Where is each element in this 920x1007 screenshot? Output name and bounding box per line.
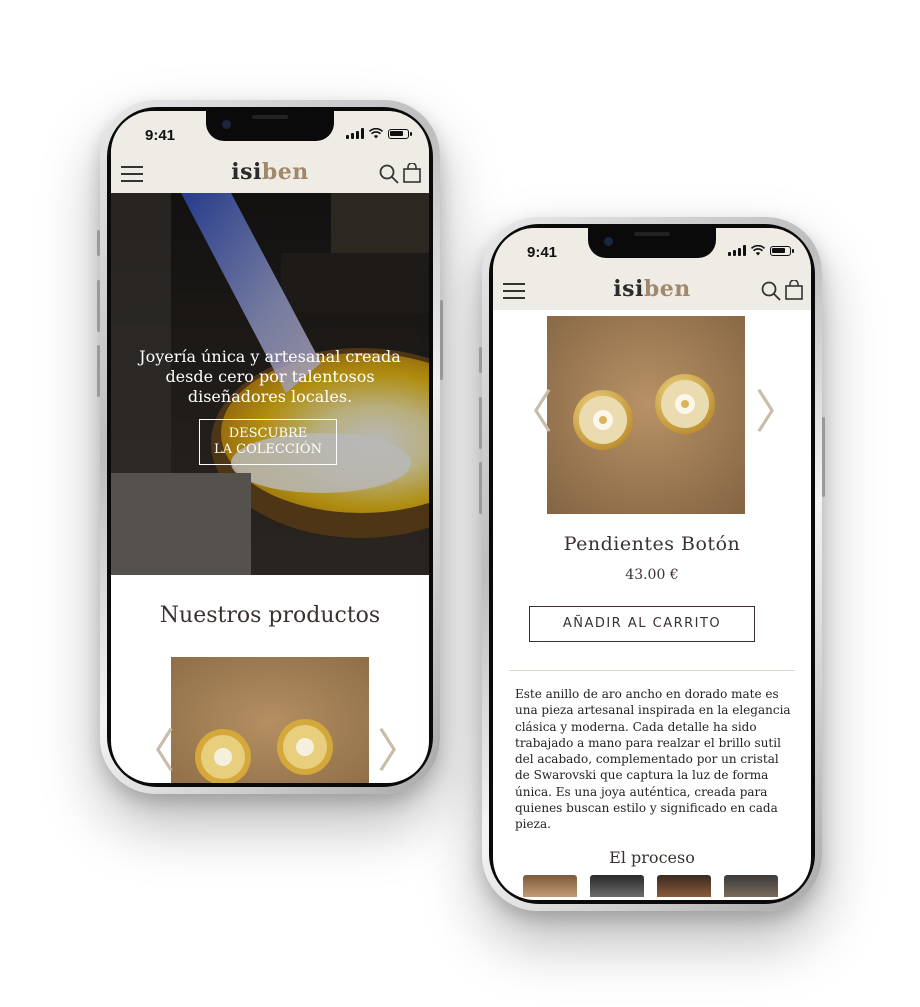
product-image[interactable] (547, 316, 745, 514)
cta-line-2: LA COLECCIÓN (214, 442, 322, 457)
search-icon[interactable] (761, 281, 781, 301)
wifi-icon (369, 128, 383, 139)
shopping-bag-icon[interactable] (403, 163, 421, 183)
notch (588, 228, 716, 258)
discover-collection-button[interactable]: DESCUBRE LA COLECCIÓN (199, 419, 337, 465)
screen-home: 9:41 isiben Joyería única y artesanal cr… (111, 111, 429, 783)
divider (509, 670, 795, 671)
wifi-icon (751, 245, 765, 256)
mute-switch (479, 347, 482, 373)
screen-product: 9:41 isiben 〈 〉 Pendientes Botón 43.00 €… (493, 228, 811, 900)
process-title: El proceso (609, 848, 695, 867)
section-title: Nuestros productos (159, 603, 381, 628)
process-thumbnail[interactable] (724, 875, 778, 897)
chevron-left-icon[interactable]: 〈 (129, 715, 175, 781)
shopping-bag-icon[interactable] (785, 280, 803, 300)
battery-icon (770, 245, 794, 256)
product-description: Este anillo de aro ancho en dorado mate … (515, 687, 791, 832)
status-time: 9:41 (145, 127, 176, 144)
add-to-cart-button[interactable]: AÑADIR AL CARRITO (529, 606, 755, 642)
chevron-left-icon[interactable]: 〈 (507, 376, 553, 442)
volume-up-button (479, 397, 482, 449)
process-thumbnails (523, 875, 778, 897)
volume-down-button (97, 345, 100, 397)
hero-banner: Joyería única y artesanal creada desde c… (111, 193, 429, 575)
volume-up-button (97, 280, 100, 332)
top-nav: isiben (493, 272, 811, 310)
battery-icon (388, 128, 412, 139)
product-image[interactable] (171, 657, 369, 783)
power-button (822, 417, 825, 497)
top-nav: isiben (111, 155, 429, 193)
status-time: 9:41 (527, 244, 558, 261)
product-name: Pendientes Botón (563, 533, 741, 555)
mute-switch (97, 230, 100, 256)
hero-text: Joyería única y artesanal creada desde c… (139, 347, 401, 406)
phone-product: 9:41 isiben 〈 〉 Pendientes Botón 43.00 €… (479, 217, 825, 911)
volume-down-button (479, 462, 482, 514)
chevron-right-icon[interactable]: 〉 (377, 715, 423, 781)
process-thumbnail[interactable] (523, 875, 577, 897)
product-price: 43.00 € (625, 567, 679, 583)
search-icon[interactable] (379, 164, 399, 184)
signal-icon (346, 128, 364, 139)
chevron-right-icon[interactable]: 〉 (755, 376, 801, 442)
power-button (440, 300, 443, 380)
signal-icon (728, 245, 746, 256)
phone-home: 9:41 isiben Joyería única y artesanal cr… (97, 100, 443, 794)
process-thumbnail[interactable] (590, 875, 644, 897)
process-thumbnail[interactable] (657, 875, 711, 897)
cta-line-1: DESCUBRE (228, 426, 308, 441)
notch (206, 111, 334, 141)
